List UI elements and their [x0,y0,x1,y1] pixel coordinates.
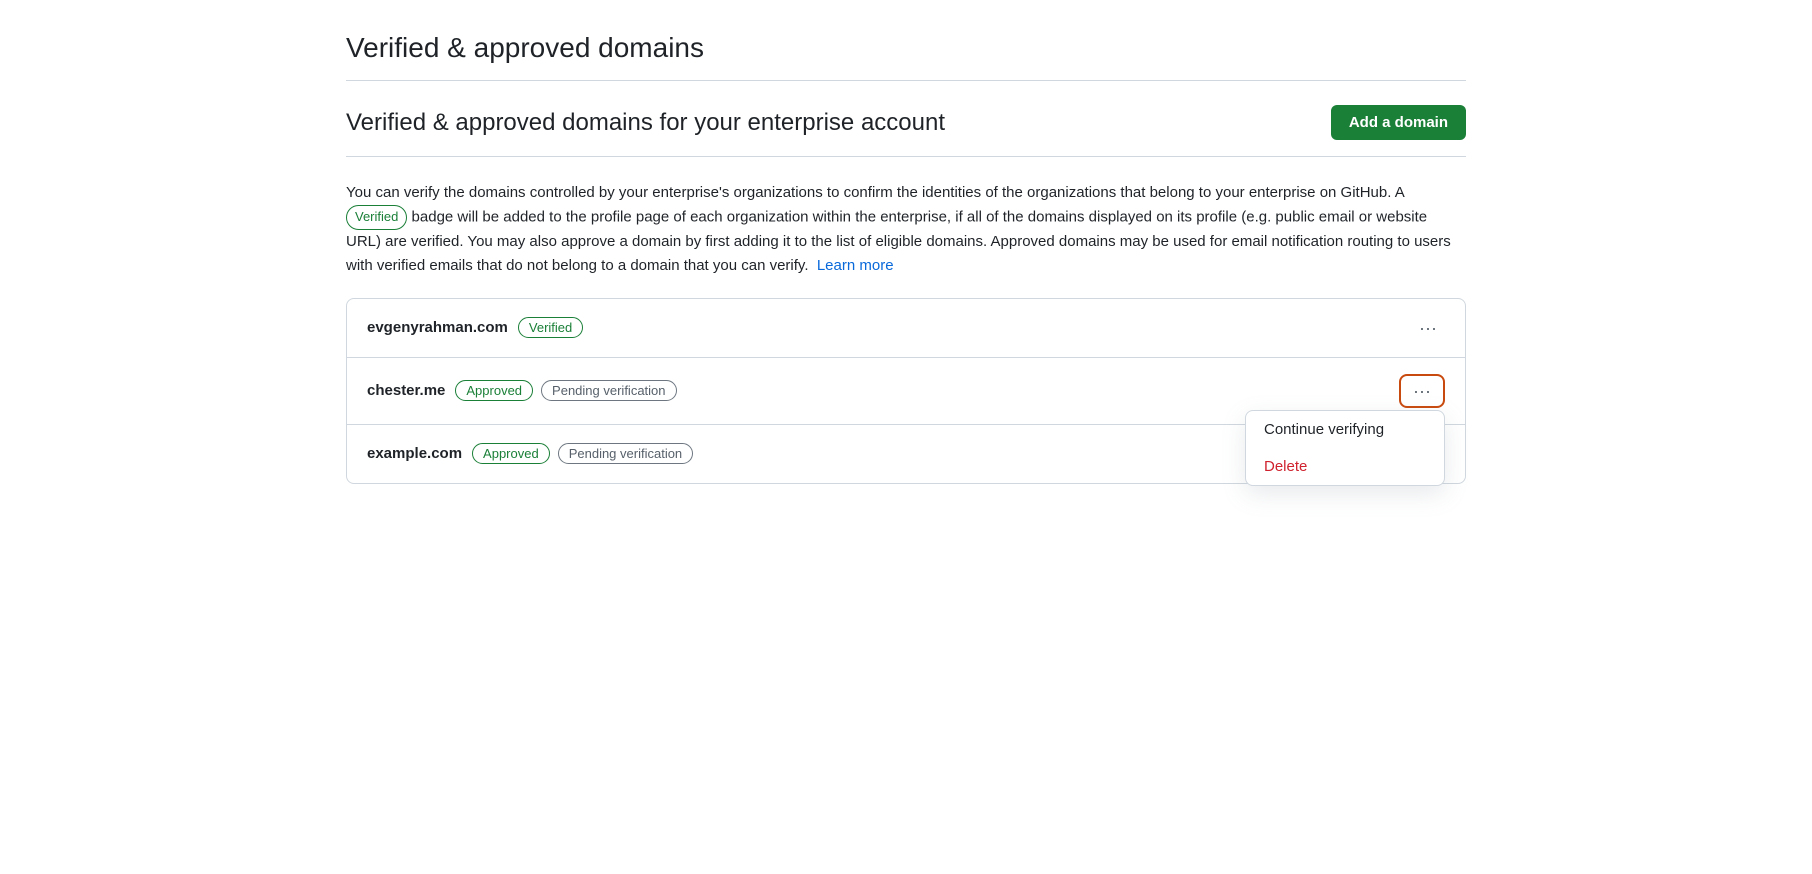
continue-verifying-item[interactable]: Continue verifying [1246,411,1444,448]
description-text: You can verify the domains controlled by… [346,181,1466,278]
pending-badge-chester: Pending verification [541,380,676,401]
domain-row: evgenyrahman.com Verified ··· [347,299,1465,358]
verified-badge: Verified [518,317,583,338]
learn-more-link[interactable]: Learn more [817,257,894,274]
more-button-chester[interactable]: ··· [1405,378,1439,404]
approved-badge-example: Approved [472,443,550,464]
domain-name-chester: chester.me [367,382,445,399]
top-divider [346,80,1466,81]
section-divider [346,156,1466,157]
domains-list: evgenyrahman.com Verified ··· chester.me… [346,298,1466,484]
verified-badge-inline: Verified [346,205,407,230]
section-header: Verified & approved domains for your ent… [346,105,1466,140]
delete-item[interactable]: Delete [1246,448,1444,485]
domain-actions-chester: ··· Continue verifying Delete [1399,374,1445,408]
more-button-evgenyrahman[interactable]: ··· [1411,315,1445,341]
page-container: Verified & approved domains Verified & a… [306,0,1506,516]
description-after-badge: badge will be added to the profile page … [346,208,1451,273]
domain-name-example: example.com [367,445,462,462]
page-title: Verified & approved domains [346,32,1466,64]
domain-name: evgenyrahman.com [367,319,508,336]
domain-row-chester: chester.me Approved Pending verification… [347,358,1465,425]
pending-badge-example: Pending verification [558,443,693,464]
description-before-badge: You can verify the domains controlled by… [346,184,1404,201]
domain-actions-evgenyrahman: ··· [1411,315,1445,341]
approved-badge-chester: Approved [455,380,533,401]
dropdown-menu-chester: Continue verifying Delete [1245,410,1445,486]
add-domain-button[interactable]: Add a domain [1331,105,1466,140]
section-title: Verified & approved domains for your ent… [346,109,945,137]
